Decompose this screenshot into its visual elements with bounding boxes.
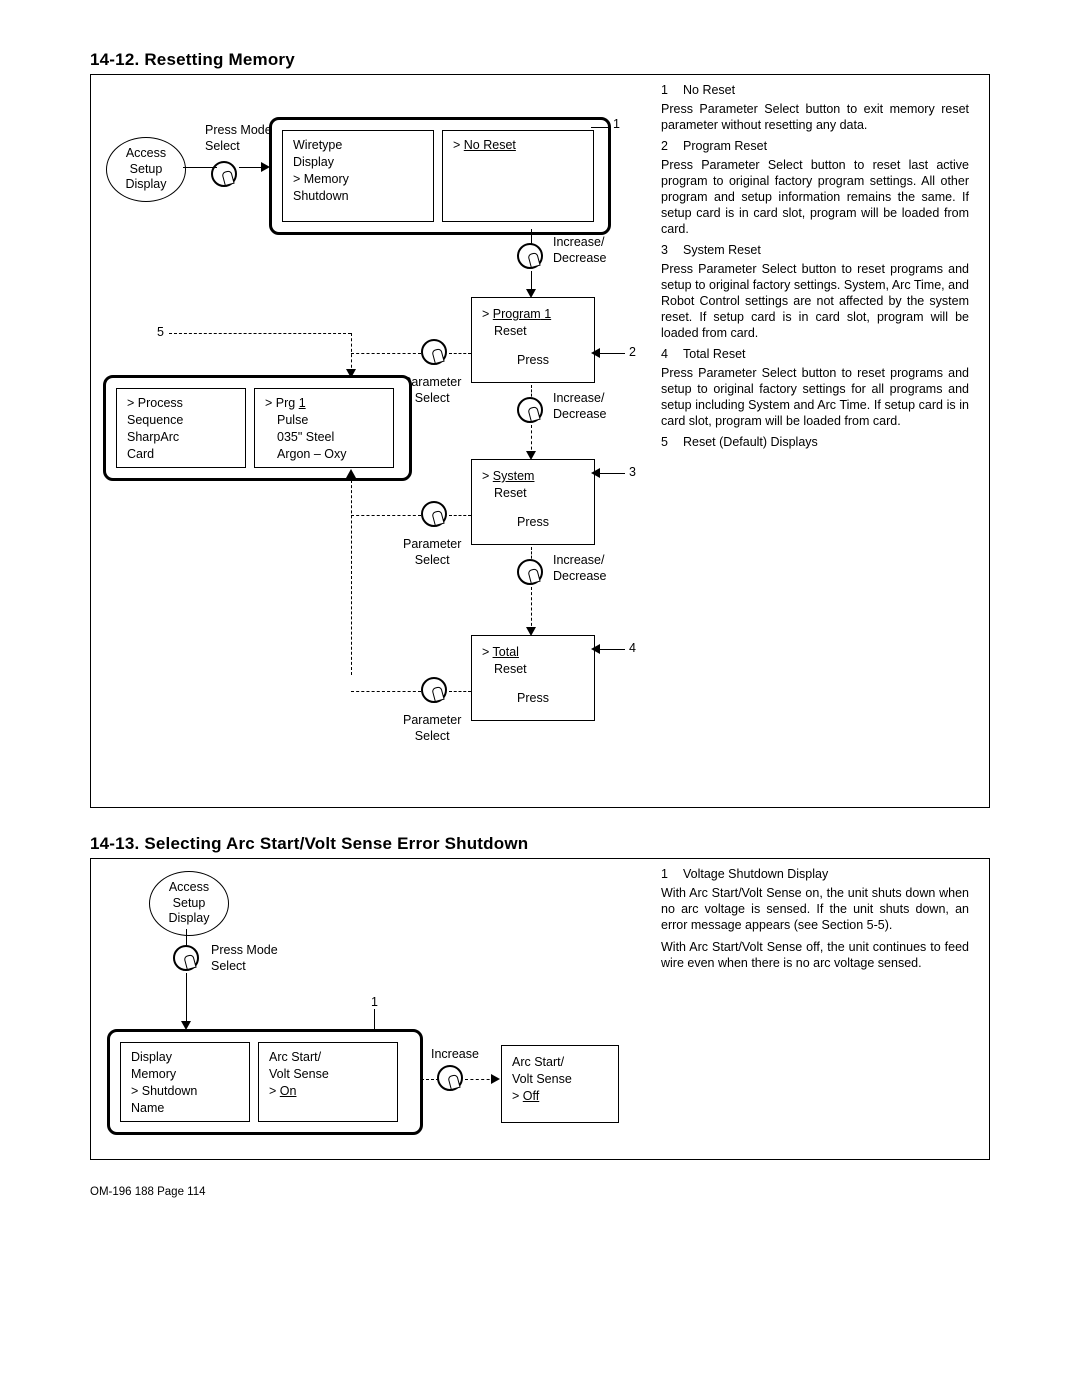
box-program-reset: > Program 1 Reset Press [471,297,595,383]
knob-icon [517,243,543,269]
knob-icon [421,339,447,365]
knob-icon [517,397,543,423]
callout-2: 2 [629,345,636,361]
oval-access-setup-display: Access Setup Display [106,137,186,202]
label-increase-13: Increase [431,1047,479,1063]
label-increase-decrease-1: Increase/ Decrease [553,235,607,266]
thick-panel-memory: Wiretype Display > Memory Shutdown > No … [269,117,611,235]
section-12-definitions: 1No Reset Press Parameter Select button … [661,83,969,453]
oval-access-text-13: Access Setup Display [169,880,210,925]
thick-shutdown-left: Display Memory > Shutdown Name [120,1042,250,1122]
callout-1: 1 [613,117,620,133]
knob-icon [421,677,447,703]
section-12-frame: Access Setup Display Press Mode Select W… [90,74,990,808]
knob-icon [211,161,237,187]
label-parameter-select-2: Parameter Select [403,537,461,568]
label-parameter-select-3: Parameter Select [403,713,461,744]
oval-access-text: Access Setup Display [126,146,167,191]
box-total-reset: > Total Reset Press [471,635,595,721]
section-13-title: 14-13. Selecting Arc Start/Volt Sense Er… [90,834,990,854]
label-press-mode-select: Press Mode Select [205,123,272,154]
callout-4: 4 [629,641,636,657]
page-footer: OM-196 188 Page 114 [90,1186,990,1198]
knob-icon [421,501,447,527]
section-13-frame: Access Setup Display Press Mode Select 1… [90,858,990,1160]
callout-5: 5 [157,325,164,341]
label-increase-decrease-3: Increase/ Decrease [553,553,607,584]
label-increase-decrease-2: Increase/ Decrease [553,391,607,422]
knob-icon [173,945,199,971]
callout-3: 3 [629,465,636,481]
box-system-reset: > System Reset Press [471,459,595,545]
thick-shutdown-right: Arc Start/ Volt Sense > On [258,1042,398,1122]
box-arc-start-off: Arc Start/ Volt Sense > Off [501,1045,619,1123]
knob-icon [517,559,543,585]
thick-panel-memory-right: > No Reset [442,130,594,222]
oval-access-setup-display-13: Access Setup Display [149,871,229,936]
knob-icon [437,1065,463,1091]
thick5-left: > Process Sequence SharpArc Card [116,388,246,468]
thick-panel-memory-left: Wiretype Display > Memory Shutdown [282,130,434,222]
label-press-mode-select-13: Press Mode Select [211,943,278,974]
section-12-title: 14-12. Resetting Memory [90,50,990,70]
thick-panel-default-displays: > Process Sequence SharpArc Card > Prg 1… [103,375,412,481]
thick5-right: > Prg 1 Pulse 035" Steel Argon – Oxy [254,388,394,468]
section-13-definitions: 1Voltage Shutdown Display With Arc Start… [661,867,969,977]
thick-panel-shutdown: Display Memory > Shutdown Name Arc Start… [107,1029,423,1135]
